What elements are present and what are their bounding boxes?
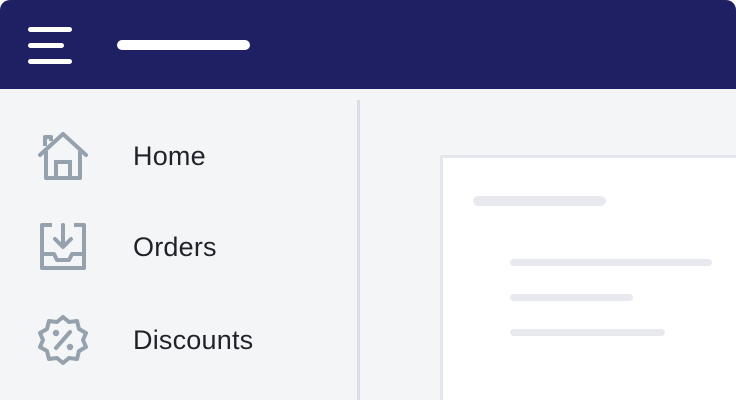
sidebar-item-orders[interactable]: Orders: [0, 207, 358, 287]
sidebar-item-label: Orders: [133, 231, 217, 262]
discount-badge-icon: [36, 313, 90, 367]
home-icon: [36, 129, 90, 183]
inbox-download-icon: [36, 220, 90, 274]
card-title-placeholder: [473, 196, 606, 206]
app-title-placeholder: [117, 40, 250, 50]
card-line-placeholder: [510, 259, 712, 266]
content-card: [440, 155, 736, 400]
sidebar-item-label: Discounts: [133, 324, 254, 355]
sidebar-nav: Home Orders Discounts: [0, 89, 358, 400]
sidebar-item-home[interactable]: Home: [0, 116, 358, 196]
sidebar-item-discounts[interactable]: Discounts: [0, 300, 358, 380]
sidebar-item-label: Home: [133, 140, 206, 171]
card-line-placeholder: [510, 294, 633, 301]
top-app-bar: [0, 0, 736, 89]
app-window: Home Orders Discounts: [0, 0, 736, 400]
hamburger-menu-icon[interactable]: [24, 22, 78, 68]
card-line-placeholder: [510, 329, 665, 336]
